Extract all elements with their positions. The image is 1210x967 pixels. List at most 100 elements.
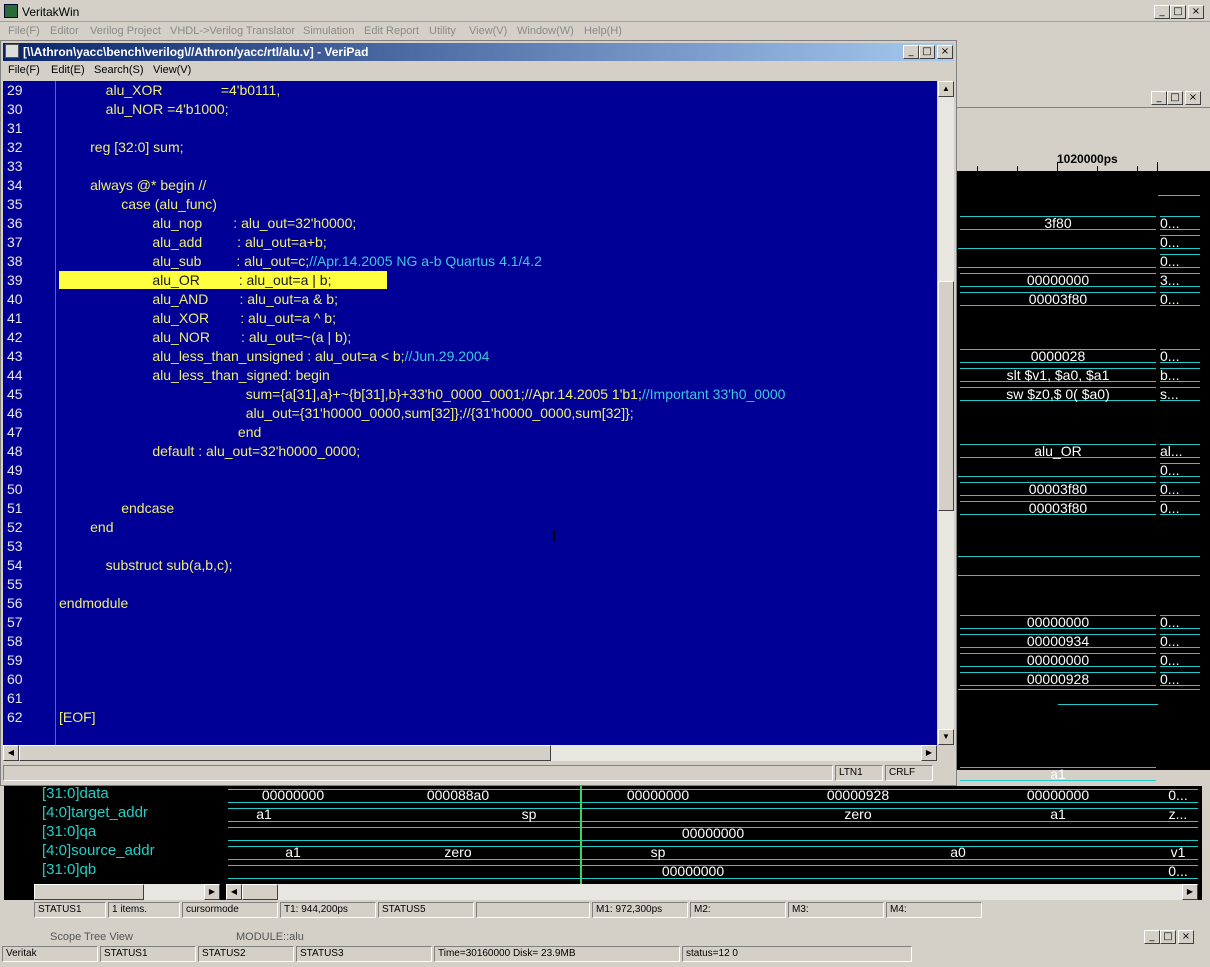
editor-vertical-scrollbar[interactable]: ▲ ▼ bbox=[938, 81, 954, 745]
bus-segment bbox=[1160, 501, 1200, 515]
menu-help[interactable]: Help(H) bbox=[584, 25, 622, 37]
signal-name[interactable]: [4:0]target_addr bbox=[42, 803, 148, 822]
line-number: 50 bbox=[7, 481, 23, 497]
wave-status-mode: cursormode bbox=[182, 902, 278, 918]
app-status-2: STATUS2 bbox=[198, 946, 294, 962]
menu-editor[interactable]: Editor bbox=[50, 25, 79, 37]
editor-horizontal-scrollbar[interactable]: ◀ ▶ bbox=[3, 745, 937, 761]
signal-trace bbox=[958, 556, 1200, 557]
scroll-up-icon[interactable]: ▲ bbox=[938, 81, 954, 97]
code-comment: //Apr.14.2005 NG a-b Quartus 4.1/4.2 bbox=[309, 253, 542, 269]
line-number: 44 bbox=[7, 367, 23, 383]
line-number: 55 bbox=[7, 576, 23, 592]
code-line: alu_less_than_unsigned : alu_out=a < b;/… bbox=[59, 347, 489, 366]
wave-status-m4: M4: bbox=[886, 902, 982, 918]
menu-file[interactable]: File(F) bbox=[8, 25, 40, 37]
menu-utility[interactable]: Utility bbox=[429, 25, 456, 37]
veripad-title: [\\Athron\yacc\bench\verilog\//Athron/ya… bbox=[23, 45, 369, 59]
bus-segment bbox=[1160, 444, 1200, 458]
bus-value: v1 bbox=[1170, 844, 1186, 860]
bus-segment bbox=[1160, 463, 1200, 477]
scope-maximize-icon[interactable]: □ bbox=[1160, 930, 1176, 944]
code-text: alu_nop : alu_out=32'h0000; bbox=[59, 215, 357, 231]
scope-minimize-icon[interactable]: _ bbox=[1144, 930, 1160, 944]
code-line: alu_NOR =4'b1000; bbox=[59, 100, 229, 119]
minimize-icon[interactable]: _ bbox=[1154, 5, 1170, 19]
name-scroll-right-icon[interactable]: ▶ bbox=[204, 884, 220, 900]
signal-name[interactable]: [31:0]data bbox=[42, 784, 109, 803]
line-number: 62 bbox=[7, 709, 23, 725]
menu-vhdl-translator[interactable]: VHDL->Verilog Translator bbox=[170, 25, 295, 37]
code-text: alu_sub : alu_out=c; bbox=[59, 253, 310, 269]
code-text: alu_XOR =4'b0111, bbox=[59, 82, 281, 98]
bus-value: 00000000 bbox=[626, 787, 690, 803]
scroll-thumb[interactable] bbox=[938, 281, 954, 511]
wave-maximize-icon[interactable]: □ bbox=[1167, 91, 1183, 105]
bus-segment bbox=[1160, 273, 1200, 287]
bus-value: sw $z0,$ 0( $a0) bbox=[1006, 386, 1110, 402]
name-hscrollbar[interactable]: ▶ bbox=[34, 884, 220, 900]
bus-segment bbox=[1160, 615, 1200, 629]
code-line: default : alu_out=32'h0000_0000; bbox=[59, 442, 360, 461]
bus-value: 00003f80 bbox=[1028, 291, 1088, 307]
line-number: 59 bbox=[7, 652, 23, 668]
signal-name[interactable]: [31:0]qb bbox=[42, 860, 96, 879]
wave-scroll-right-icon[interactable]: ▶ bbox=[1182, 884, 1198, 900]
code-line: reg [32:0] sum; bbox=[59, 138, 183, 157]
code-text: alu_XOR : alu_out=a ^ b; bbox=[59, 310, 336, 326]
line-number: 41 bbox=[7, 310, 23, 326]
name-hscroll-thumb[interactable] bbox=[34, 884, 144, 900]
scroll-left-icon[interactable]: ◀ bbox=[3, 745, 19, 761]
code-line: alu_add : alu_out=a+b; bbox=[59, 233, 326, 252]
time-cursor[interactable] bbox=[580, 786, 582, 884]
veripad-icon bbox=[5, 44, 19, 58]
menu-window[interactable]: Window(W) bbox=[517, 25, 574, 37]
bus-value: 00000000 bbox=[1026, 787, 1090, 803]
veripad-maximize-icon[interactable]: □ bbox=[919, 45, 935, 59]
signal-name[interactable]: [4:0]source_addr bbox=[42, 841, 155, 860]
line-number: 47 bbox=[7, 424, 23, 440]
menu-verilog-project[interactable]: Verilog Project bbox=[90, 25, 161, 37]
veripad-menu-file[interactable]: File(F) bbox=[8, 64, 40, 76]
wave-close-icon[interactable]: × bbox=[1185, 91, 1201, 105]
code-line: alu_less_than_signed: begin bbox=[59, 366, 329, 385]
line-number: 38 bbox=[7, 253, 23, 269]
wave-scroll-left-icon[interactable]: ◀ bbox=[226, 884, 242, 900]
menu-view[interactable]: View(V) bbox=[469, 25, 507, 37]
wave-minimize-icon[interactable]: _ bbox=[1151, 91, 1167, 105]
hscroll-thumb[interactable] bbox=[19, 745, 551, 761]
code-line: endcase bbox=[59, 499, 174, 518]
wave-hscroll-thumb[interactable] bbox=[242, 884, 278, 900]
veripad-close-icon[interactable]: × bbox=[937, 45, 953, 59]
menu-simulation[interactable]: Simulation bbox=[303, 25, 354, 37]
bus-segment bbox=[1160, 235, 1200, 249]
signal-trace bbox=[958, 248, 1156, 249]
close-icon[interactable]: × bbox=[1188, 5, 1204, 19]
waveform-toolbar bbox=[957, 108, 1210, 152]
bus-value: sp bbox=[650, 844, 666, 860]
line-number: 40 bbox=[7, 291, 23, 307]
wave-status-empty bbox=[476, 902, 590, 918]
wave-hscrollbar[interactable]: ◀ ▶ bbox=[226, 884, 1198, 900]
bus-value: a1 bbox=[1050, 806, 1066, 822]
code-editor[interactable]: I 29 alu_XOR =4'b0111, 30 alu_NOR =4'b100… bbox=[3, 81, 937, 745]
code-line: case (alu_func) bbox=[59, 195, 217, 214]
code-line: alu_XOR : alu_out=a ^ b; bbox=[59, 309, 336, 328]
veripad-menu-search[interactable]: Search(S) bbox=[94, 64, 144, 76]
code-text: alu_out={31'h0000_0000,sum[32]};//{31'h0… bbox=[59, 405, 634, 421]
veripad-menu-edit[interactable]: Edit(E) bbox=[51, 64, 85, 76]
bus-segment bbox=[1160, 349, 1200, 363]
line-number: 52 bbox=[7, 519, 23, 535]
line-number: 54 bbox=[7, 557, 23, 573]
veripad-menu-view[interactable]: View(V) bbox=[153, 64, 191, 76]
signal-name[interactable]: [31:0]qa bbox=[42, 822, 96, 841]
scroll-down-icon[interactable]: ▼ bbox=[938, 729, 954, 745]
bus-value: z... bbox=[1168, 806, 1188, 822]
maximize-icon[interactable]: □ bbox=[1170, 5, 1186, 19]
scroll-right-icon[interactable]: ▶ bbox=[921, 745, 937, 761]
app-status-3: STATUS3 bbox=[296, 946, 432, 962]
line-number: 39 bbox=[7, 272, 23, 288]
menu-edit-report[interactable]: Edit Report bbox=[364, 25, 419, 37]
veripad-minimize-icon[interactable]: _ bbox=[903, 45, 919, 59]
scope-close-icon[interactable]: × bbox=[1178, 930, 1194, 944]
